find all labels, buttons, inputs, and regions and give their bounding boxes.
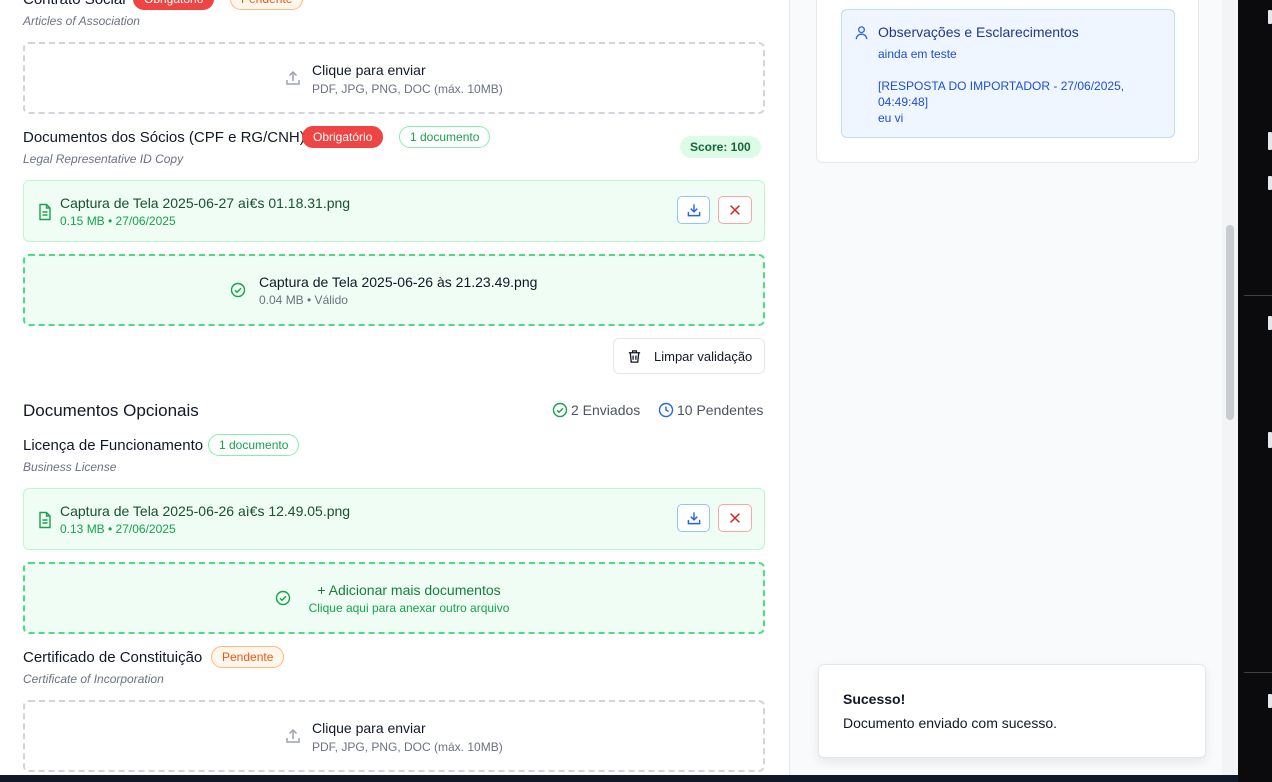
sent-count: 2 Enviados xyxy=(552,401,644,419)
background-window-edge xyxy=(1238,0,1272,782)
doc-title-contrato: Contrato Social xyxy=(23,0,126,8)
upload-dropzone-certificado[interactable]: Clique para enviar PDF, JPG, PNG, DOC (m… xyxy=(23,700,765,772)
section-title-optional: Documentos Opcionais xyxy=(23,401,199,420)
sent-count-label: 2 Enviados xyxy=(571,402,641,418)
pending-badge: Pendente xyxy=(211,646,285,668)
scrollbar[interactable] xyxy=(1222,0,1238,775)
file-icon xyxy=(39,203,51,221)
observations-box: Observações e Esclarecimentos ainda em t… xyxy=(841,9,1175,138)
scrollbar-thumb[interactable] xyxy=(1226,225,1234,420)
download-icon xyxy=(687,204,700,217)
remove-file-button[interactable] xyxy=(718,196,752,224)
window-edge-mark xyxy=(1268,694,1272,708)
doc-title-socios: Documentos dos Sócios (CPF e RG/CNH) xyxy=(23,129,305,146)
validated-file-name: Captura de Tela 2025-06-26 às 21.23.49.p… xyxy=(259,274,538,290)
document-count-badge: 1 documento xyxy=(208,434,300,456)
toast-title: Sucesso! xyxy=(843,691,906,707)
close-icon xyxy=(730,513,740,523)
upload-hint: PDF, JPG, PNG, DOC (máx. 10MB) xyxy=(312,82,503,96)
add-more-documents-button[interactable]: + Adicionar mais documentos Clique aqui … xyxy=(23,562,765,634)
documents-panel: Contrato Social Obrigatório Pendente Art… xyxy=(0,0,789,775)
add-more-hint: Clique aqui para anexar outro arquivo xyxy=(308,601,510,615)
observation-line: [RESPOSTA DO IMPORTADOR - 27/06/2025, xyxy=(878,79,1125,93)
clear-validation-button[interactable]: Limpar validação xyxy=(613,338,765,374)
upload-dropzone-contrato[interactable]: Clique para enviar PDF, JPG, PNG, DOC (m… xyxy=(23,42,765,114)
upload-icon xyxy=(286,70,300,85)
observation-line: eu vi xyxy=(878,111,904,125)
pending-count-label: 10 Pendentes xyxy=(677,402,764,418)
clock-icon xyxy=(658,402,674,418)
check-circle-icon xyxy=(275,590,291,606)
doc-title-licenca: Licença de Funcionamento xyxy=(23,437,204,454)
window-edge-mark xyxy=(1268,432,1272,448)
user-icon xyxy=(855,26,868,40)
window-edge-mark xyxy=(1268,10,1272,24)
upload-label: Clique para enviar xyxy=(312,62,426,78)
required-badge: Obrigatório xyxy=(133,0,215,10)
doc-title-certificado: Certificado de Constituição xyxy=(23,649,203,666)
doc-subtitle-certificado: Certificate of Incorporation xyxy=(23,672,164,686)
doc-subtitle-socios: Legal Representative ID Copy xyxy=(23,152,184,166)
success-toast: Sucesso! Documento enviado com sucesso. xyxy=(818,664,1206,758)
remove-file-button[interactable] xyxy=(718,504,752,532)
file-meta: 0.13 MB • 27/06/2025 xyxy=(60,522,176,536)
download-button[interactable] xyxy=(677,504,710,532)
observation-line: ainda em teste xyxy=(878,47,957,61)
pending-badge: Pendente xyxy=(230,0,304,10)
upload-hint: PDF, JPG, PNG, DOC (máx. 10MB) xyxy=(312,740,503,754)
side-panel: Observações e Esclarecimentos ainda em t… xyxy=(789,0,1222,775)
trash-icon xyxy=(628,350,641,363)
window-edge-mark xyxy=(1268,132,1272,150)
pending-count: 10 Pendentes xyxy=(658,401,766,419)
validated-file-dropzone[interactable]: Captura de Tela 2025-06-26 às 21.23.49.p… xyxy=(23,254,765,326)
window-edge-mark xyxy=(1268,316,1272,330)
document-count-badge: 1 documento xyxy=(399,126,491,148)
window-edge-mark xyxy=(1268,176,1272,190)
file-meta: 0.15 MB • 27/06/2025 xyxy=(60,214,176,228)
toast-message: Documento enviado com sucesso. xyxy=(843,715,1057,731)
observations-title: Observações e Esclarecimentos xyxy=(878,24,1079,40)
window-edge-divider xyxy=(1244,295,1272,296)
download-icon xyxy=(687,512,700,525)
file-icon xyxy=(39,511,51,529)
upload-label: Clique para enviar xyxy=(312,720,426,736)
score-badge: Score: 100 xyxy=(680,136,761,158)
check-circle-icon xyxy=(552,402,568,418)
download-button[interactable] xyxy=(677,196,710,224)
file-name: Captura de Tela 2025-06-27 aì€s 01.18.31… xyxy=(60,195,351,211)
close-icon xyxy=(730,205,740,215)
doc-subtitle-licenca: Business License xyxy=(23,460,117,474)
doc-subtitle-contrato: Articles of Association xyxy=(23,14,140,28)
add-more-label: + Adicionar mais documentos xyxy=(317,582,501,598)
clear-validation-label: Limpar validação xyxy=(654,349,753,364)
page: Contrato Social Obrigatório Pendente Art… xyxy=(0,0,1238,775)
window-edge-divider xyxy=(1244,672,1272,673)
file-name: Captura de Tela 2025-06-26 aì€s 12.49.05… xyxy=(60,503,351,519)
check-circle-icon xyxy=(230,282,246,298)
observations-card: Observações e Esclarecimentos ainda em t… xyxy=(816,0,1199,163)
upload-icon xyxy=(286,728,300,743)
uploaded-file-card: Captura de Tela 2025-06-26 aì€s 12.49.05… xyxy=(23,488,765,550)
observation-line: 04:49:48] xyxy=(878,95,929,109)
uploaded-file-card: Captura de Tela 2025-06-27 aì€s 01.18.31… xyxy=(23,180,765,242)
validated-file-meta: 0.04 MB • Válido xyxy=(259,293,348,307)
required-badge: Obrigatório xyxy=(302,126,384,148)
